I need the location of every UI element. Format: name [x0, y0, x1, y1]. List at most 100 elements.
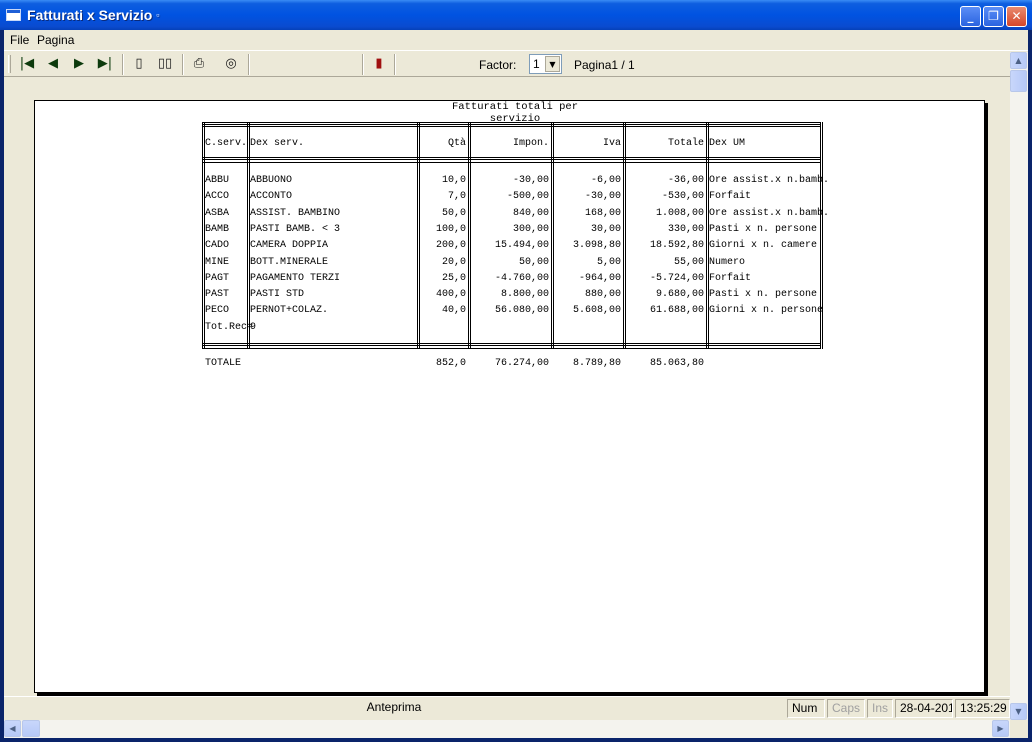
- toolbar-separator: [122, 54, 124, 75]
- total-impon: 76.274,00: [494, 358, 549, 369]
- column-header: Qtà: [447, 138, 466, 149]
- total-qta: 852,0: [435, 358, 466, 369]
- table-cell: 9.680,00: [655, 289, 704, 300]
- table-cell: ACCO: [205, 191, 230, 202]
- table-cell: -30,00: [584, 191, 621, 202]
- table-cell: PERNOT+COLAZ.: [250, 305, 329, 316]
- table-rule: [202, 343, 821, 344]
- vertical-scroll-thumb[interactable]: [1010, 70, 1027, 92]
- column-divider: [706, 122, 707, 349]
- total-label: TOTALE: [205, 358, 242, 369]
- toolbar-grip[interactable]: [8, 55, 11, 73]
- table-cell: 5.608,00: [572, 305, 621, 316]
- title-bar[interactable]: Fatturati x Servizio ▫ _ ❐ ✕: [0, 0, 1032, 30]
- print-icon[interactable]: ⎙: [188, 54, 210, 74]
- menu-pagina[interactable]: Pagina: [37, 33, 74, 47]
- horizontal-scroll-thumb[interactable]: [22, 720, 40, 737]
- table-cell: Pasti x n. persone: [709, 224, 818, 235]
- table-cell: Giorni x n. persone: [709, 305, 824, 316]
- toolbar-separator: [394, 54, 396, 75]
- last-page-icon[interactable]: ▶|: [94, 54, 116, 74]
- column-header: Impon.: [512, 138, 549, 149]
- table-cell: ASSIST. BAMBINO: [250, 208, 341, 219]
- table-rule: [202, 345, 821, 346]
- scroll-left-icon[interactable]: ◀: [4, 720, 21, 737]
- tot-rec-value: 9: [250, 322, 257, 333]
- table-cell: BOTT.MINERALE: [250, 257, 329, 268]
- table-cell: -964,00: [578, 273, 621, 284]
- table-cell: -36,00: [667, 175, 704, 186]
- column-header: Iva: [602, 138, 621, 149]
- toolbar-separator: [182, 54, 184, 75]
- table-cell: 30,00: [590, 224, 621, 235]
- table-cell: -500,00: [506, 191, 549, 202]
- horizontal-scrollbar[interactable]: ◀ ▶: [4, 720, 1010, 738]
- menu-file[interactable]: File: [10, 33, 29, 47]
- table-cell: Giorni x n. camere: [709, 240, 818, 251]
- table-cell: 400,0: [435, 289, 466, 300]
- status-bar: Anteprima Num Caps Ins 28-04-2016 13:25:…: [4, 696, 1010, 719]
- chevron-down-icon[interactable]: ▼: [545, 56, 560, 72]
- table-cell: -530,00: [661, 191, 704, 202]
- table-cell: 7,0: [447, 191, 466, 202]
- table-cell: ABBU: [205, 175, 230, 186]
- table-cell: 10,0: [441, 175, 466, 186]
- exit-door-icon[interactable]: ▮: [368, 54, 390, 74]
- two-pages-icon[interactable]: ▯▯: [154, 54, 176, 74]
- client-area: File Pagina |◀ ◀ ▶ ▶| ▯ ▯▯ ⎙ ◎ ▮ Factor:…: [4, 30, 1028, 738]
- table-cell: 880,00: [584, 289, 621, 300]
- preview-area[interactable]: Fatturati totali per servizio C.serv. Dex…: [4, 78, 1010, 696]
- next-page-icon[interactable]: ▶: [68, 54, 90, 74]
- column-header: C.serv.: [205, 138, 248, 149]
- table-cell: 40,0: [441, 305, 466, 316]
- table-cell: Pasti x n. persone: [709, 289, 818, 300]
- table-cell: -5.724,00: [649, 273, 704, 284]
- scroll-right-icon[interactable]: ▶: [992, 720, 1009, 737]
- table-cell: PAST: [205, 289, 230, 300]
- prev-page-icon[interactable]: ◀: [42, 54, 64, 74]
- toolbar-separator: [362, 54, 364, 75]
- toolbar-separator: [248, 54, 250, 75]
- table-cell: 15.494,00: [494, 240, 549, 251]
- report-page: Fatturati totali per servizio C.serv. Dex…: [34, 100, 985, 693]
- table-cell: 5,00: [596, 257, 621, 268]
- table-cell: 61.688,00: [649, 305, 704, 316]
- scroll-up-icon[interactable]: ▲: [1010, 52, 1027, 69]
- table-cell: 18.592,80: [649, 240, 704, 251]
- table-cell: 100,0: [435, 224, 466, 235]
- factor-label: Factor:: [479, 58, 517, 72]
- table-cell: ABBUONO: [250, 175, 293, 186]
- table-cell: MINE: [205, 257, 230, 268]
- column-divider: [202, 122, 203, 349]
- table-cell: 50,00: [518, 257, 549, 268]
- table-cell: Ore assist.x n.bamb.: [709, 208, 830, 219]
- table-cell: BAMB: [205, 224, 230, 235]
- status-time: 13:25:29: [955, 699, 1010, 718]
- app-icon[interactable]: [6, 9, 21, 21]
- minimize-icon[interactable]: _: [960, 6, 981, 27]
- scroll-down-icon[interactable]: ▼: [1010, 703, 1027, 720]
- table-cell: 20,0: [441, 257, 466, 268]
- table-rule: [202, 159, 821, 160]
- table-cell: ASBA: [205, 208, 230, 219]
- table-cell: 840,00: [512, 208, 549, 219]
- status-ins: Ins: [867, 699, 893, 718]
- total-iva: 8.789,80: [572, 358, 621, 369]
- printer-setup-icon[interactable]: ◎: [220, 54, 242, 74]
- restore-icon[interactable]: ❐: [983, 6, 1004, 27]
- single-page-icon[interactable]: ▯: [128, 54, 150, 74]
- vertical-scrollbar[interactable]: ▲ ▼: [1010, 52, 1028, 720]
- status-caps: Caps: [827, 699, 865, 718]
- table-cell: 168,00: [584, 208, 621, 219]
- table-cell: Forfait: [709, 191, 752, 202]
- table-cell: 1.008,00: [655, 208, 704, 219]
- first-page-icon[interactable]: |◀: [16, 54, 38, 74]
- table-cell: 50,0: [441, 208, 466, 219]
- table-rule: [202, 124, 821, 125]
- menu-bar: File Pagina: [4, 30, 1028, 50]
- table-cell: 8.800,00: [500, 289, 549, 300]
- column-header: Dex serv.: [250, 138, 305, 149]
- table-cell: CADO: [205, 240, 230, 251]
- close-icon[interactable]: ✕: [1006, 6, 1027, 27]
- factor-select[interactable]: 1 ▼: [529, 54, 562, 74]
